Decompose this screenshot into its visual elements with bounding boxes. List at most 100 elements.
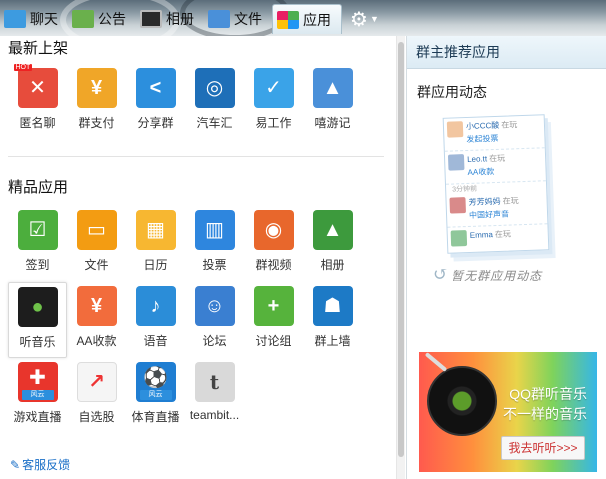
new-apps-grid: HOT ✕ 匿名聊 ¥ 群支付 < 分享群 ◎ 汽车汇 ✓ 易工作 ▲ 嘻游记 (8, 64, 362, 140)
recommended-panel: 群主推荐应用 群应用动态 小CCC酸 在玩 发起投票 Leo.tt 在玩 AA收款 3分… (406, 36, 606, 479)
tab-album[interactable]: 相册 (136, 4, 204, 34)
share-icon: < (135, 68, 176, 108)
feed-item: 小CCC酸 在玩 发起投票 (443, 115, 545, 152)
listen-button[interactable]: 我去听听>>> (501, 436, 585, 460)
app-vote[interactable]: ▥ 投票 (185, 206, 244, 282)
app-label: 游戏直播 (13, 410, 62, 424)
app-work[interactable]: ✓ 易工作 (244, 64, 303, 140)
app-files[interactable]: ▭ 文件 (67, 206, 126, 282)
feed-item: 芳芳妈妈 在玩 中国好声音 (446, 191, 548, 228)
app-listen-music[interactable]: ● 听音乐 (8, 282, 67, 358)
apps-icon (277, 10, 299, 29)
tab-file[interactable]: 文件 (204, 4, 272, 34)
app-voice[interactable]: ♪ 语音 (126, 282, 185, 358)
tonearm-icon (424, 352, 448, 372)
app-share-group[interactable]: < 分享群 (126, 64, 185, 140)
tab-label: 公告 (98, 11, 126, 27)
group-pay-icon: ¥ (76, 68, 117, 108)
app-aa-payment[interactable]: ¥ AA收款 (67, 282, 126, 358)
tab-notice[interactable]: 公告 (68, 4, 136, 34)
file-folder-icon: ▭ (76, 210, 117, 250)
chevron-down-icon: ▼ (369, 14, 379, 24)
vote-chart-icon: ▥ (194, 210, 235, 250)
feedback-label: 客服反馈 (22, 458, 71, 472)
section-title-featured: 精品应用 (8, 179, 69, 196)
check-in-icon: ☑ (17, 210, 58, 250)
app-label: 日历 (143, 258, 168, 272)
avatar (447, 154, 465, 171)
empty-activity-message: ↺ 暂无群应用动态 (433, 264, 543, 285)
tab-label: 文件 (234, 11, 262, 27)
app-label: AA收款 (76, 334, 117, 348)
tab-list: 聊天 公告 相册 文件 应用 ⚙ ▼ (0, 4, 379, 34)
swirl-icon: ↺ (433, 264, 450, 285)
app-car[interactable]: ◎ 汽车汇 (185, 64, 244, 140)
app-discussion[interactable]: + 讨论组 (244, 282, 303, 358)
app-sports-live[interactable]: ⚽ 风云 体育直播 (126, 358, 185, 434)
music-promo-banner[interactable]: QQ群听音乐 不一样的音乐 我去听听>>> (419, 352, 597, 472)
app-group-pay[interactable]: ¥ 群支付 (67, 64, 126, 140)
xiyouji-icon: ▲ (312, 68, 353, 108)
gear-icon: ⚙ (350, 8, 368, 31)
settings-button[interactable]: ⚙ ▼ (342, 4, 379, 34)
discussion-icon: + (253, 286, 294, 326)
aa-payment-icon: ¥ (76, 286, 117, 326)
app-photo-album[interactable]: ▲ 相册 (303, 206, 362, 282)
photo-album-icon: ▲ (312, 210, 353, 250)
app-label: 汽车汇 (196, 116, 233, 130)
tab-label: 聊天 (30, 11, 58, 27)
feed-item: Leo.tt 在玩 AA收款 (444, 148, 546, 185)
anonymous-chat-icon: HOT ✕ (13, 64, 58, 108)
section-divider (8, 156, 384, 157)
app-label: 自选股 (78, 410, 115, 424)
app-label: 群视频 (255, 258, 292, 272)
top-tab-bar: 聊天 公告 相册 文件 应用 ⚙ ▼ (0, 0, 606, 36)
tab-label: 应用 (303, 11, 331, 28)
avatar (449, 197, 466, 214)
activity-title: 群应用动态 (417, 84, 487, 100)
app-stocks[interactable]: ↗ 自选股 (67, 358, 126, 434)
teambition-icon: t (194, 362, 235, 402)
forum-icon: ☺ (194, 286, 235, 326)
app-label: 语音 (143, 334, 168, 348)
panel-header: 群主推荐应用 (407, 36, 606, 69)
album-icon (140, 10, 162, 28)
scrollbar[interactable] (396, 36, 405, 479)
chat-icon (4, 10, 26, 28)
app-forum[interactable]: ☺ 论坛 (185, 282, 244, 358)
activity-feed-illustration: 小CCC酸 在玩 发起投票 Leo.tt 在玩 AA收款 3分钟前 芳芳妈妈 在玩 中国好声… (442, 114, 550, 254)
app-check-in[interactable]: ☑ 签到 (8, 206, 67, 282)
soccer-ball-icon: ⚽ 风云 (135, 362, 176, 402)
app-group-video[interactable]: ◉ 群视频 (244, 206, 303, 282)
notice-icon (72, 10, 94, 28)
app-label: 群支付 (78, 116, 115, 130)
tab-apps[interactable]: 应用 (272, 4, 342, 34)
app-label: teambit... (189, 408, 240, 422)
scrollbar-thumb[interactable] (398, 42, 404, 457)
app-wall[interactable]: ☗ 群上墙 (303, 282, 362, 358)
calendar-icon: ▦ (135, 210, 176, 250)
hot-badge: HOT (13, 64, 33, 71)
car-icon: ◎ (194, 68, 235, 108)
microphone-icon: ♪ (135, 286, 176, 326)
apps-panel: 最新上架 HOT ✕ 匿名聊 ¥ 群支付 < 分享群 ◎ 汽车汇 ✓ 易工作 ▲… (0, 36, 396, 479)
app-xiyouji[interactable]: ▲ 嘻游记 (303, 64, 362, 140)
fengyun-badge: 风云 (21, 390, 54, 400)
pencil-icon: ✎ (10, 458, 21, 472)
music-disc-icon: ● (17, 287, 58, 327)
banner-subtitle: 不一样的音乐 (503, 406, 587, 422)
app-teambition[interactable]: t teambit... (185, 358, 244, 434)
app-label: 群上墙 (314, 334, 351, 348)
app-label: 易工作 (255, 116, 292, 130)
app-label: 文件 (84, 258, 109, 272)
avatar (450, 230, 468, 247)
app-anonymous-chat[interactable]: HOT ✕ 匿名聊 (8, 64, 67, 140)
customer-feedback-link[interactable]: ✎ 客服反馈 (10, 456, 70, 473)
app-label: 论坛 (202, 334, 227, 348)
app-calendar[interactable]: ▦ 日历 (126, 206, 185, 282)
tab-chat[interactable]: 聊天 (0, 4, 68, 34)
tab-label: 相册 (166, 11, 194, 27)
avatar (446, 121, 464, 138)
app-game-live[interactable]: ✚ 风云 游戏直播 (8, 358, 67, 434)
banner-title: QQ群听音乐 (509, 386, 587, 402)
